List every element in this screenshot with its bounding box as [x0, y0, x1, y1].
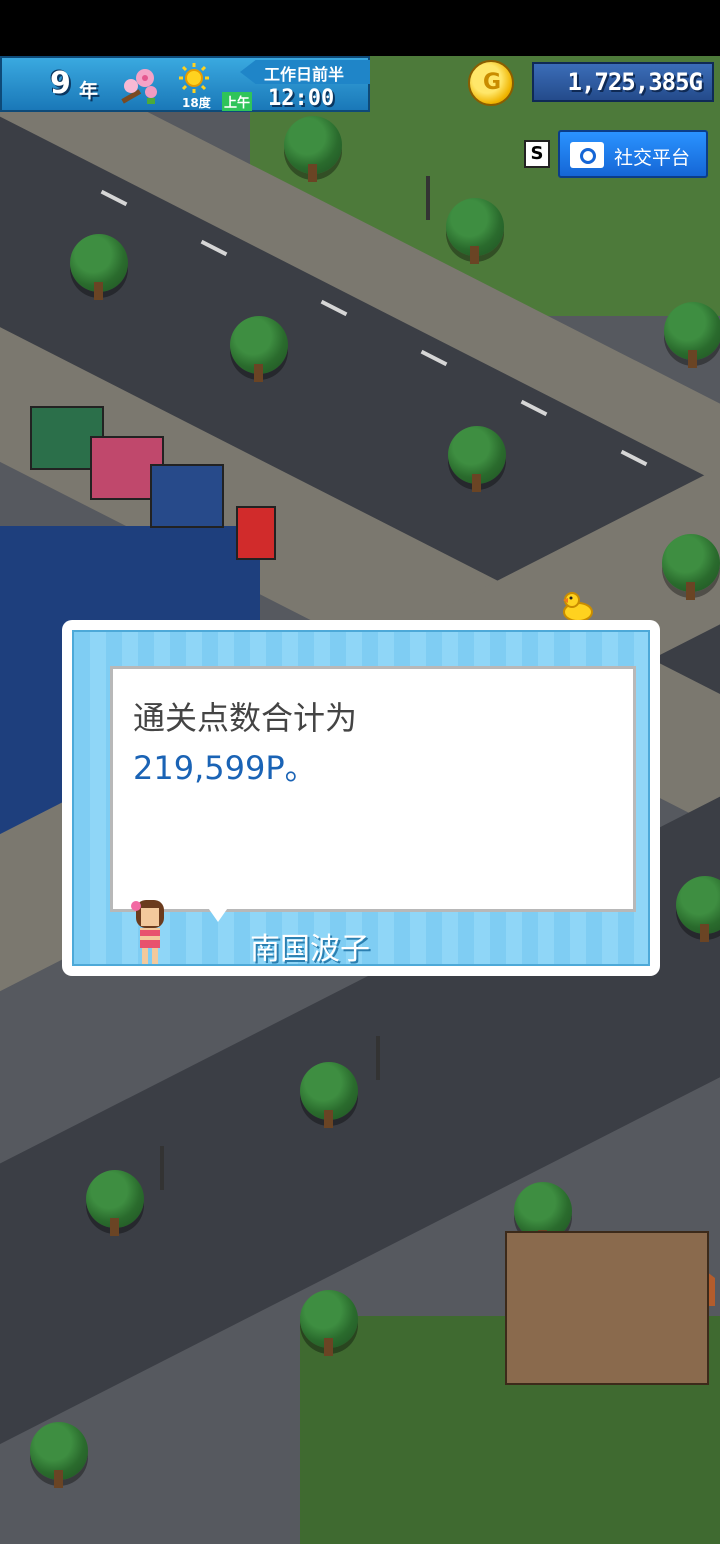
gold-coin-icon: G	[468, 60, 514, 106]
social-platform-label: 社交平台	[614, 147, 691, 169]
message-text-line1: 通关点数合计为	[133, 699, 358, 737]
dialog-panel: 通关点数合计为 219,599P。 南国波子	[72, 630, 650, 967]
tree	[664, 302, 720, 368]
year-unit: 年	[79, 80, 99, 102]
date-time-panel: 9 年 18度 工作日前半 上午 12:00	[0, 56, 370, 112]
speaker-name: 南国波子	[250, 932, 370, 967]
tree	[448, 426, 506, 492]
coin-symbol: G	[483, 70, 502, 95]
temperature: 18度	[182, 96, 211, 110]
tree	[300, 1062, 358, 1128]
tree	[662, 534, 720, 600]
clock-time: 12:00	[268, 86, 335, 111]
rubber-duck-icon	[563, 592, 593, 622]
money-value: 1,725,385	[567, 68, 690, 96]
camera-icon	[570, 142, 604, 168]
tree	[30, 1422, 88, 1488]
money-amount: 1,725,385G	[567, 68, 704, 96]
social-platform-button[interactable]: 社交平台	[558, 130, 708, 178]
message-dialog[interactable]: 通关点数合计为 219,599P。 南国波子	[62, 620, 660, 976]
status-bar	[0, 0, 720, 56]
street-lamp	[376, 1036, 380, 1080]
sunny-weather-icon	[179, 63, 209, 93]
message-points-line: 219,599P。	[133, 749, 317, 787]
am-pm-label: 上午	[222, 92, 253, 111]
house-building[interactable]	[505, 1231, 709, 1385]
tree	[284, 116, 342, 182]
tree	[230, 316, 288, 382]
tree	[70, 234, 128, 300]
tree	[86, 1170, 144, 1236]
bubble-tail	[204, 902, 232, 922]
period-label: 工作日前半	[264, 65, 345, 84]
cherry-blossom-icon	[121, 69, 157, 104]
year-number: 9	[50, 66, 71, 101]
money-display: 1,725,385G	[532, 62, 714, 102]
currency-unit: G	[688, 68, 703, 96]
tree	[300, 1290, 358, 1356]
tree	[446, 198, 504, 264]
street-lamp	[426, 176, 430, 220]
shop-stall[interactable]	[150, 464, 224, 528]
street-lamp	[160, 1146, 164, 1190]
vending-machine[interactable]	[236, 506, 276, 560]
shortcut-key-badge: S	[524, 140, 550, 168]
message-bubble: 通关点数合计为 219,599P。	[110, 666, 636, 912]
character-avatar-icon	[131, 900, 164, 964]
